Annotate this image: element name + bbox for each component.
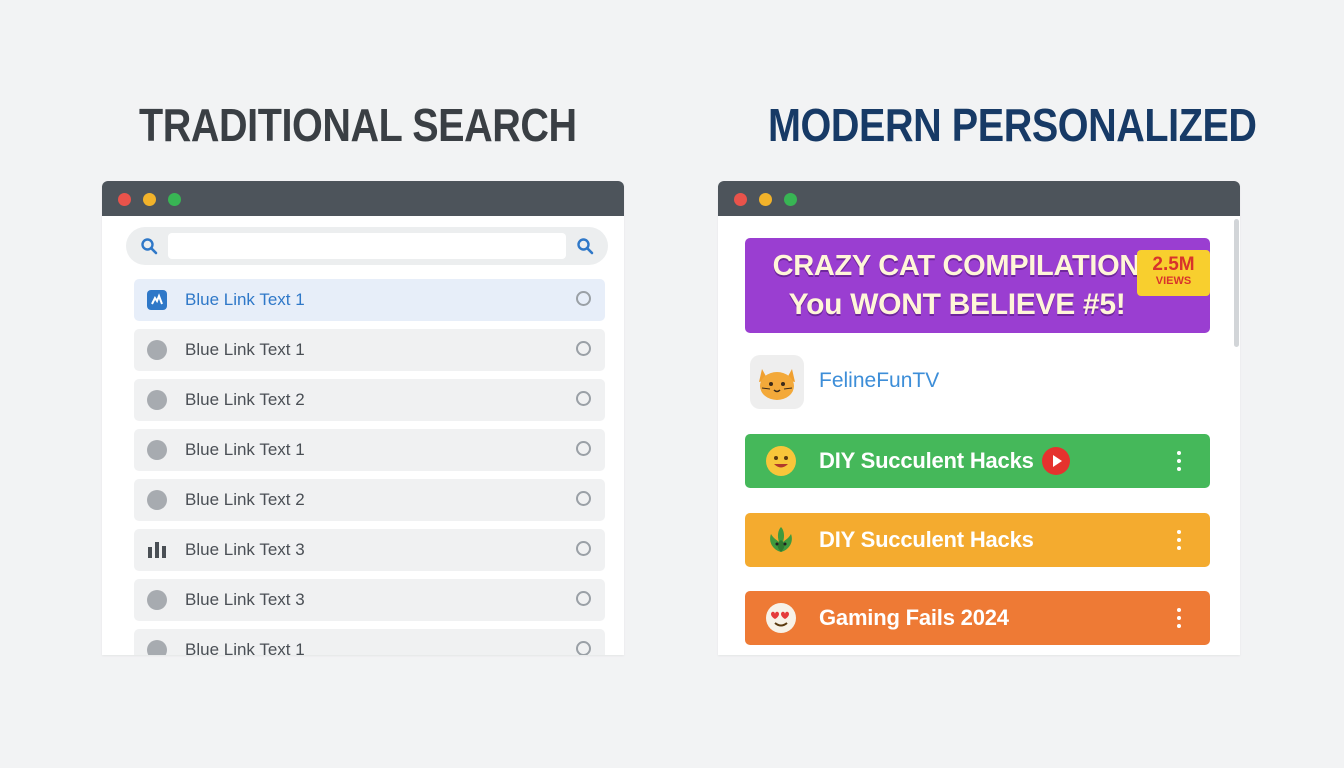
result-link[interactable]: Blue Link Text 2: [185, 490, 305, 510]
more-options-icon[interactable]: [1176, 608, 1182, 628]
maximize-window-dot[interactable]: [784, 193, 797, 206]
search-result[interactable]: Blue Link Text 3: [134, 579, 605, 621]
search-result[interactable]: Blue Link Text 1: [134, 429, 605, 471]
maximize-window-dot[interactable]: [168, 193, 181, 206]
bar-chart-icon: [148, 542, 166, 558]
result-radio[interactable]: [576, 491, 591, 506]
search-result[interactable]: Blue Link Text 1: [134, 329, 605, 371]
traditional-search-heading: TRADITIONAL SEARCH: [139, 99, 577, 151]
result-link[interactable]: Blue Link Text 1: [185, 640, 305, 655]
search-submit-icon[interactable]: [576, 237, 594, 255]
minimize-window-dot[interactable]: [759, 193, 772, 206]
result-link[interactable]: Blue Link Text 1: [185, 290, 305, 310]
channel-name-link[interactable]: FelineFunTV: [819, 369, 939, 393]
views-count: 2.5M: [1152, 254, 1195, 275]
channel-avatar[interactable]: [750, 355, 804, 409]
result-radio[interactable]: [576, 391, 591, 406]
search-input[interactable]: [168, 233, 566, 259]
video-title: DIY Succulent Hacks: [819, 448, 1034, 473]
hero-title-line-1: CRAZY CAT COMPILATION!: [772, 250, 1150, 282]
play-icon[interactable]: [1041, 446, 1071, 476]
hero-title-line-2: You WONT BELIEVE #5!: [788, 288, 1126, 321]
result-link[interactable]: Blue Link Text 1: [185, 440, 305, 460]
result-radio[interactable]: [576, 441, 591, 456]
result-link[interactable]: Blue Link Text 3: [185, 590, 305, 610]
window-titlebar: [102, 181, 624, 216]
result-link[interactable]: Blue Link Text 1: [185, 340, 305, 360]
search-result[interactable]: Blue Link Text 3: [134, 529, 605, 571]
search-icon[interactable]: [140, 237, 158, 255]
video-title: DIY Succulent Hacks: [819, 527, 1034, 552]
succulent-plant-icon: [770, 527, 792, 552]
video-card[interactable]: DIY Succulent Hacks: [745, 513, 1210, 567]
circle-icon: [147, 640, 167, 655]
smiley-face-icon: [766, 446, 796, 476]
video-title: Gaming Fails 2024: [819, 605, 1009, 630]
video-card[interactable]: Gaming Fails 2024: [745, 591, 1210, 645]
modern-personalized-heading: MODERN PERSONALIZED: [768, 99, 1257, 151]
search-result[interactable]: Blue Link Text 2: [134, 379, 605, 421]
heart-eyes-face-icon: [766, 603, 796, 633]
featured-video-banner[interactable]: CRAZY CAT COMPILATION! You WONT BELIEVE …: [745, 238, 1210, 333]
result-radio[interactable]: [576, 591, 591, 606]
views-badge: 2.5M VIEWS: [1137, 250, 1210, 296]
result-radio[interactable]: [576, 341, 591, 356]
result-radio[interactable]: [576, 291, 591, 306]
result-radio[interactable]: [576, 641, 591, 655]
circle-icon: [147, 440, 167, 460]
cat-face-icon: [759, 369, 795, 400]
window-titlebar: [718, 181, 1240, 216]
search-result[interactable]: Blue Link Text 1: [134, 279, 605, 321]
more-options-icon[interactable]: [1176, 530, 1182, 550]
search-bar: [126, 227, 608, 265]
search-result[interactable]: Blue Link Text 1: [134, 629, 605, 655]
search-result[interactable]: Blue Link Text 2: [134, 479, 605, 521]
more-options-icon[interactable]: [1176, 451, 1182, 471]
result-link[interactable]: Blue Link Text 3: [185, 540, 305, 560]
minimize-window-dot[interactable]: [143, 193, 156, 206]
circle-icon: [147, 340, 167, 360]
circle-icon: [147, 590, 167, 610]
circle-icon: [147, 390, 167, 410]
video-card[interactable]: DIY Succulent Hacks: [745, 434, 1210, 488]
result-radio[interactable]: [576, 541, 591, 556]
personalized-browser-window: CRAZY CAT COMPILATION! You WONT BELIEVE …: [718, 181, 1240, 655]
result-link[interactable]: Blue Link Text 2: [185, 390, 305, 410]
views-label: VIEWS: [1155, 275, 1192, 287]
scrollbar[interactable]: [1234, 219, 1239, 347]
favicon-icon: [147, 290, 167, 310]
circle-icon: [147, 490, 167, 510]
close-window-dot[interactable]: [118, 193, 131, 206]
traditional-browser-window: Blue Link Text 1 Blue Link Text 1 Blue L…: [102, 181, 624, 655]
close-window-dot[interactable]: [734, 193, 747, 206]
